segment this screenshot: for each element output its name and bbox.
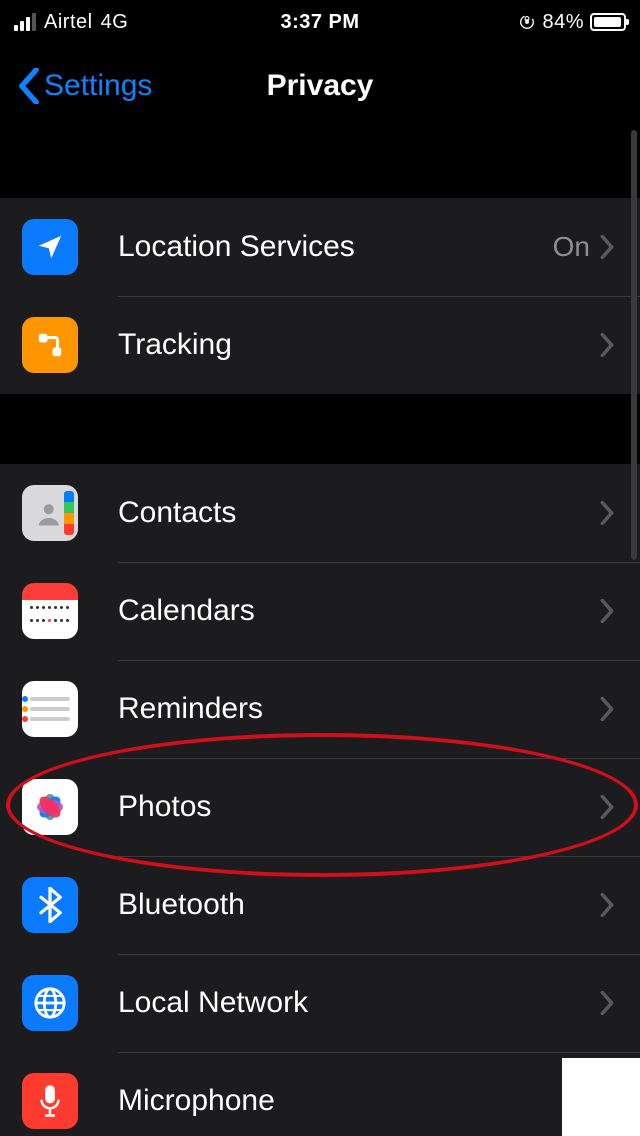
bluetooth-icon	[22, 877, 78, 933]
row-tracking[interactable]: Tracking	[0, 296, 640, 394]
row-reminders[interactable]: Reminders	[0, 660, 640, 758]
microphone-icon	[22, 1073, 78, 1129]
row-label: Photos	[118, 790, 600, 824]
chevron-right-icon	[600, 697, 614, 721]
chevron-right-icon	[600, 893, 614, 917]
row-label: Local Network	[118, 986, 600, 1020]
battery-icon	[590, 13, 626, 31]
photos-icon	[22, 779, 78, 835]
row-calendars[interactable]: Calendars	[0, 562, 640, 660]
row-label: Location Services	[118, 230, 553, 264]
nav-bar: Settings Privacy	[0, 44, 640, 128]
row-value: On	[553, 231, 590, 263]
chevron-right-icon	[600, 333, 614, 357]
status-bar: Airtel 4G 3:37 PM 84%	[0, 0, 640, 44]
artifact-box	[562, 1058, 640, 1136]
row-label: Calendars	[118, 594, 600, 628]
battery-pct: 84%	[542, 11, 584, 34]
chevron-right-icon	[600, 235, 614, 259]
carrier-label: Airtel	[44, 11, 93, 34]
row-bluetooth[interactable]: Bluetooth	[0, 856, 640, 954]
signal-icon	[14, 13, 36, 31]
tracking-icon	[22, 317, 78, 373]
row-label: Reminders	[118, 692, 600, 726]
network-label: 4G	[101, 11, 129, 34]
row-contacts[interactable]: Contacts	[0, 464, 640, 562]
row-label: Contacts	[118, 496, 600, 530]
row-photos[interactable]: Photos	[0, 758, 640, 856]
row-label: Tracking	[118, 328, 600, 362]
row-label: Bluetooth	[118, 888, 600, 922]
globe-icon	[22, 975, 78, 1031]
row-location-services[interactable]: Location Services On	[0, 198, 640, 296]
contacts-icon	[22, 485, 78, 541]
clock: 3:37 PM	[218, 11, 422, 34]
chevron-right-icon	[600, 795, 614, 819]
page-title: Privacy	[267, 69, 374, 103]
section-services: Location Services On Tracking	[0, 198, 640, 394]
back-label: Settings	[44, 69, 152, 103]
location-icon	[22, 219, 78, 275]
section-apps: Contacts Calendars Reminders	[0, 464, 640, 1136]
row-label: Microphone	[118, 1084, 614, 1118]
chevron-right-icon	[600, 501, 614, 525]
row-microphone[interactable]: Microphone	[0, 1052, 640, 1136]
scrollbar[interactable]	[631, 130, 637, 560]
reminders-icon	[22, 681, 78, 737]
calendar-icon	[22, 583, 78, 639]
chevron-right-icon	[600, 599, 614, 623]
chevron-left-icon	[18, 68, 40, 104]
row-local-network[interactable]: Local Network	[0, 954, 640, 1052]
rotation-lock-icon	[518, 13, 536, 31]
back-button[interactable]: Settings	[18, 68, 152, 104]
chevron-right-icon	[600, 991, 614, 1015]
